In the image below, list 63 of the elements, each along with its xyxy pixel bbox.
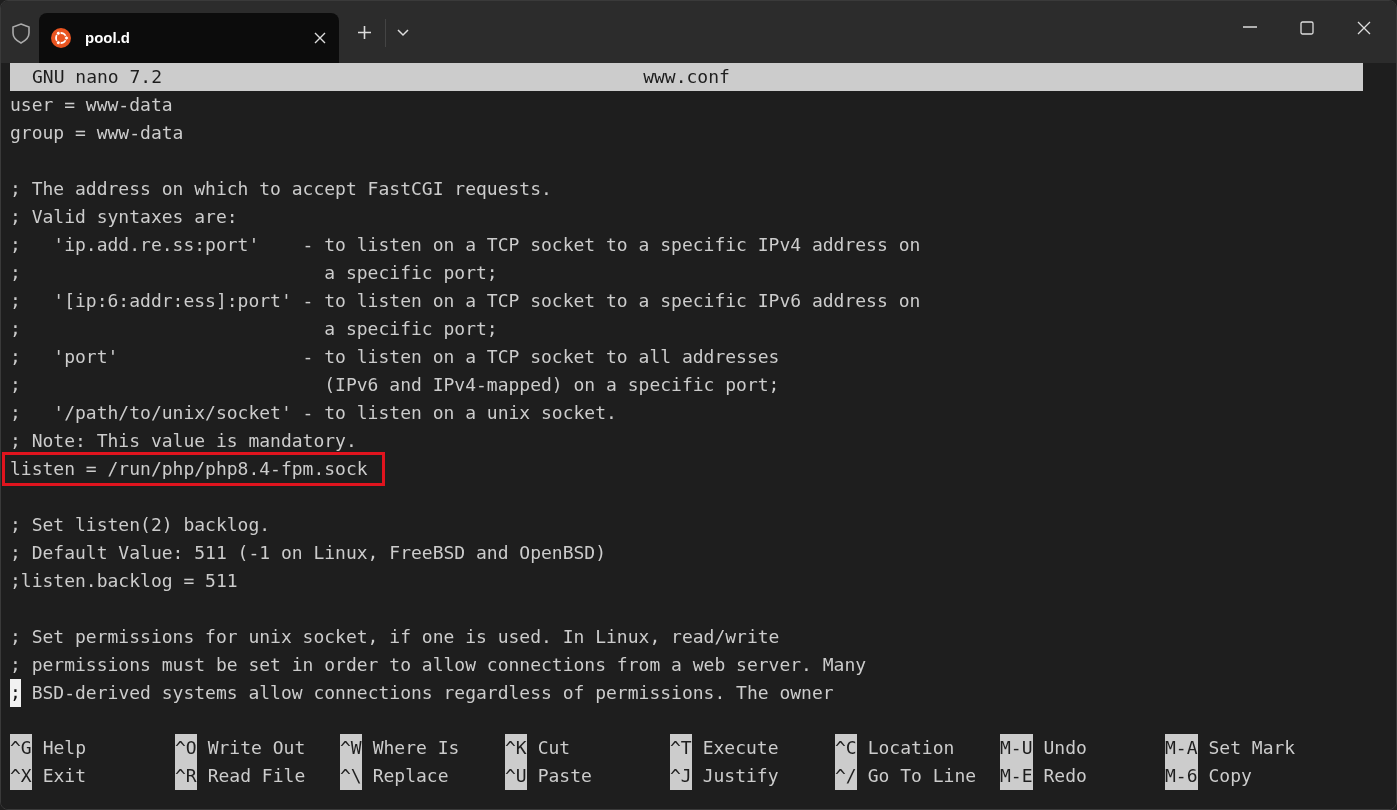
shortcut-label: Write Out xyxy=(207,736,306,760)
close-tab-icon[interactable] xyxy=(313,31,327,45)
code-line: ;listen.backlog = 511 xyxy=(10,569,238,593)
ubuntu-icon xyxy=(51,28,71,48)
code-line: ; Set listen(2) backlog. xyxy=(10,513,271,537)
shortcut-label: Copy xyxy=(1208,764,1252,788)
code-line: ; 'ip.add.re.ss:port' - to listen on a TCP socket to a specific IPv4 address on xyxy=(10,233,921,257)
shortcut-label: Location xyxy=(867,736,955,760)
code-line: user = www-data xyxy=(10,93,173,117)
editor-version: GNU nano 7.2 xyxy=(31,65,164,89)
shortcut-label: Redo xyxy=(1043,764,1087,788)
shortcut-key: M-A xyxy=(1165,734,1198,762)
shortcut-key: ^X xyxy=(10,762,32,790)
code-line: ; (IPv6 and IPv4-mapped) on a specific port; xyxy=(10,373,780,397)
code-line: ; a specific port; xyxy=(10,261,498,285)
code-line: ; Set permissions for unix socket, if one is used. In Linux, read/write xyxy=(10,625,780,649)
shortcut-label: Justify xyxy=(702,764,779,788)
shortcut-key: ^G xyxy=(10,734,32,762)
shortcut-label: Cut xyxy=(537,736,571,760)
code-line: ; a specific port; xyxy=(10,317,498,341)
shortcut-label: Where Is xyxy=(372,736,460,760)
shortcut-label: Replace xyxy=(372,764,449,788)
shortcut-key: ^K xyxy=(505,734,527,762)
text-cursor: ; xyxy=(10,679,21,707)
tab-title: pool.d xyxy=(85,27,131,48)
shortcut-key: ^/ xyxy=(835,762,857,790)
shortcut-key: ^U xyxy=(505,762,527,790)
code-line: ; Default Value: 511 (-1 on Linux, FreeBSD and OpenBSD) xyxy=(10,541,607,565)
file-name: www.conf xyxy=(643,65,730,89)
tab[interactable]: pool.d xyxy=(39,13,339,63)
code-line: group = www-data xyxy=(10,121,184,145)
code-line: ; '[ip:6:addr:ess]:port' - to listen on a TCP socket to a specific IPv6 address on xyxy=(10,289,921,313)
shortcut-label: Execute xyxy=(702,736,779,760)
shortcut-label: Paste xyxy=(537,764,592,788)
shortcut-key: M-6 xyxy=(1165,762,1198,790)
code-line: ; '/path/to/unix/socket' - to listen on a unix socket. xyxy=(10,401,617,425)
maximize-icon[interactable] xyxy=(1300,21,1314,35)
shortcut-label: Read File xyxy=(207,764,306,788)
shortcut-key: ^\ xyxy=(340,762,362,790)
code-line: BSD-derived systems allow connections regardless of permissions. The owner xyxy=(30,681,834,705)
shortcut-key: ^W xyxy=(340,734,362,762)
shortcut-key: M-U xyxy=(1000,734,1033,762)
close-icon[interactable] xyxy=(1357,21,1371,35)
shortcut-label: Go To Line xyxy=(867,764,977,788)
shortcut-label: Exit xyxy=(42,764,87,788)
code-line: ; permissions must be set in order to allow connections from a web server. Many xyxy=(10,653,867,677)
code-line: listen = /run/php/php8.4-fpm.sock xyxy=(10,457,368,481)
code-line: ; Valid syntaxes are: xyxy=(10,205,238,229)
shortcut-label: Set Mark xyxy=(1208,736,1296,760)
shield-icon[interactable] xyxy=(10,22,32,44)
shortcut-label: Help xyxy=(42,736,87,760)
shortcut-key: ^T xyxy=(670,734,692,762)
plus-icon[interactable] xyxy=(357,25,372,40)
shortcut-key: ^C xyxy=(835,734,857,762)
shortcut-key: ^J xyxy=(670,762,692,790)
shortcut-key: ^O xyxy=(175,734,197,762)
code-line: ; Note: This value is mandatory. xyxy=(10,429,357,453)
code-line: ; 'port' - to listen on a TCP socket to all addresses xyxy=(10,345,780,369)
shortcut-key: ^R xyxy=(175,762,197,790)
chevron-down-icon[interactable] xyxy=(397,29,409,37)
shortcut-label: Undo xyxy=(1043,736,1087,760)
shortcut-key: M-E xyxy=(1000,762,1033,790)
code-line: ; The address on which to accept FastCGI requests. xyxy=(10,177,552,201)
